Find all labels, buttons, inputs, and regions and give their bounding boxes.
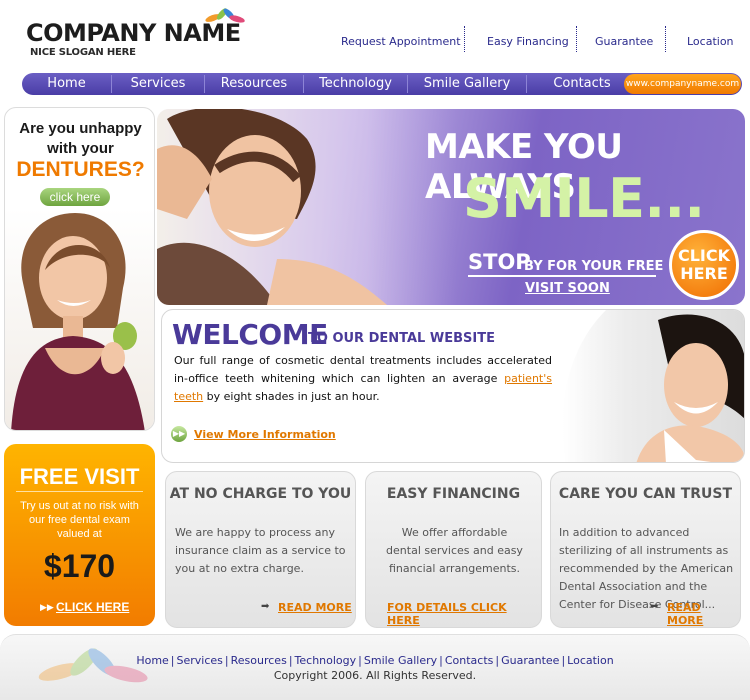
card-easy-financing: EASY FINANCING We offer affordable denta… <box>365 471 542 628</box>
card-title: AT NO CHARGE TO YOU <box>169 486 352 502</box>
top-link-divider <box>665 26 666 52</box>
footer-divider: | <box>224 654 229 667</box>
top-link-guarantee[interactable]: Guarantee <box>595 35 653 48</box>
copyright-text: Copyright 2006. All Rights Reserved. <box>273 669 477 682</box>
card-body: We are happy to process any insurance cl… <box>175 526 346 575</box>
footer-divider: | <box>170 654 175 667</box>
footer-divider: | <box>288 654 293 667</box>
card-care-you-can-trust: CARE YOU CAN TRUST In addition to advanc… <box>550 471 741 628</box>
footer-link-home[interactable]: Home <box>136 654 168 667</box>
footer-link-smile-gallery[interactable]: Smile Gallery <box>364 654 437 667</box>
card-title: CARE YOU CAN TRUST <box>558 486 733 502</box>
arrow-right-icon: ➡ <box>650 601 659 612</box>
laughing-woman-photo <box>562 310 744 462</box>
logo-petals-icon <box>205 8 245 23</box>
footer-link-location[interactable]: Location <box>567 654 614 667</box>
website-url-link[interactable]: www.companyname.com <box>624 74 741 94</box>
company-slogan: NICE SLOGAN HERE <box>30 47 136 58</box>
hero-click-here-button[interactable]: CLICK HERE <box>669 230 739 300</box>
nav-item-home[interactable]: Home <box>22 73 111 95</box>
footer-divider: | <box>439 654 443 667</box>
footer-divider: | <box>495 654 500 667</box>
footer-links: Home | Services | Resources | Technology | Smile… <box>0 654 750 667</box>
promo-heading-line1: Are you unhappy <box>19 120 142 137</box>
card-title: EASY FINANCING <box>386 486 521 502</box>
top-link-request-appointment[interactable]: Request Appointment <box>341 35 461 48</box>
promo-click-here-button[interactable]: click here <box>40 188 110 206</box>
welcome-body-text-end: by eight shades in just an hour. <box>203 390 380 403</box>
top-link-divider <box>464 26 465 52</box>
nav-item-technology[interactable]: Technology <box>304 73 407 95</box>
free-visit-click-here-link[interactable]: CLICK HERE <box>56 600 129 614</box>
card-body: We offer affordable dental services and … <box>386 526 523 575</box>
read-more-link[interactable]: READ MORE <box>667 601 740 627</box>
free-visit-price: $170 <box>43 548 116 584</box>
nav-item-contacts[interactable]: Contacts <box>527 73 637 95</box>
welcome-title: WELCOME <box>172 318 328 351</box>
promo-heading-line2: with your <box>47 140 114 157</box>
welcome-section: WELCOME TO OUR DENTAL WEBSITE Our full r… <box>161 309 745 463</box>
view-more-information-link[interactable]: View More Information <box>194 428 336 441</box>
hero-here-label: HERE <box>680 264 728 283</box>
nav-item-services[interactable]: Services <box>112 73 204 95</box>
top-link-divider <box>576 26 577 52</box>
hero-free-text: BY FOR YOUR FREE <box>524 259 664 274</box>
welcome-body: Our full range of cosmetic dental treatm… <box>174 352 552 406</box>
nav-item-resources[interactable]: Resources <box>205 73 303 95</box>
double-arrow-icon: ▶▶ <box>171 426 187 442</box>
footer-divider: | <box>561 654 566 667</box>
free-visit-title: FREE VISIT <box>19 464 140 489</box>
hero-click-label: CLICK <box>677 246 731 265</box>
read-more-link[interactable]: READ MORE <box>278 601 352 614</box>
dentures-promo: Are you unhappy with your DENTURES? clic… <box>4 107 155 431</box>
for-details-click-here-link[interactable]: FOR DETAILS CLICK HERE <box>387 601 541 627</box>
hero-stop-text: STOP <box>468 250 531 274</box>
top-link-location[interactable]: Location <box>687 35 734 48</box>
nav-item-smile-gallery[interactable]: Smile Gallery <box>408 73 526 95</box>
hero-smile-text: SMILE... <box>463 167 705 230</box>
free-visit-text: Try us out at no risk with our free dent… <box>20 500 139 540</box>
arrow-right-icon: ➡ <box>261 601 270 612</box>
promo-heading-dentures: DENTURES? <box>16 158 145 181</box>
welcome-subtitle: TO OUR DENTAL WEBSITE <box>308 331 495 346</box>
footer-link-resources[interactable]: Resources <box>231 654 287 667</box>
footer-link-technology[interactable]: Technology <box>295 654 357 667</box>
hero-banner: MAKE YOU ALWAYS SMILE... STOP BY FOR YOU… <box>157 109 745 305</box>
double-arrow-icon: ▶▶ <box>40 602 54 612</box>
free-visit-divider <box>16 491 143 492</box>
hero-visit-soon-link[interactable]: VISIT SOON <box>525 281 610 296</box>
footer-divider: | <box>358 654 362 667</box>
footer-link-guarantee[interactable]: Guarantee <box>501 654 559 667</box>
footer-link-services[interactable]: Services <box>177 654 223 667</box>
footer-link-contacts[interactable]: Contacts <box>445 654 494 667</box>
smiling-woman-photo <box>157 109 457 305</box>
card-no-charge: AT NO CHARGE TO YOU We are happy to proc… <box>165 471 356 628</box>
top-link-easy-financing[interactable]: Easy Financing <box>487 35 569 48</box>
welcome-body-text: Our full range of cosmetic dental treatm… <box>174 354 552 385</box>
woman-with-apple-photo <box>5 208 154 430</box>
hero-underline <box>468 275 656 277</box>
free-visit-promo: FREE VISIT Try us out at no risk with ou… <box>4 444 155 626</box>
